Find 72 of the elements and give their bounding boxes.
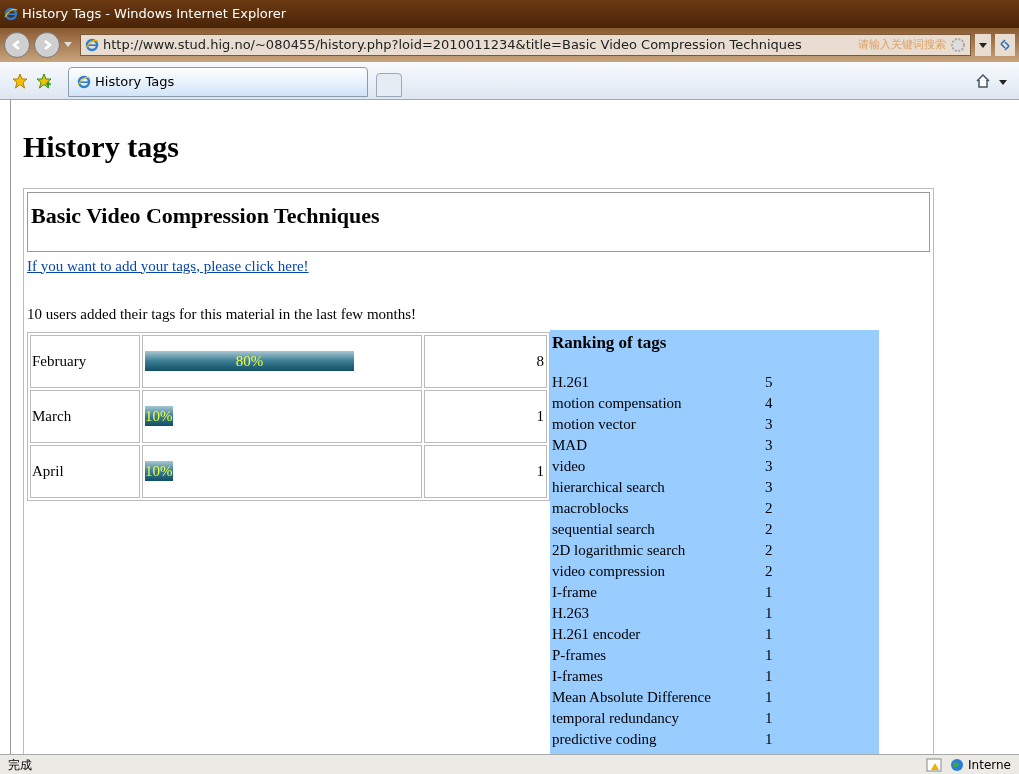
- refresh-icon: [999, 39, 1011, 51]
- add-tags-link[interactable]: If you want to add your tags, please click here!: [27, 254, 309, 277]
- page-heading: History tags: [23, 129, 180, 165]
- material-title: Basic Video Compression Techniques: [31, 201, 380, 230]
- zone-text: Interne: [968, 756, 1011, 774]
- tag-name: hierarchical search: [552, 477, 666, 497]
- month-cell: April: [30, 444, 140, 498]
- tag-count: 1: [765, 645, 773, 665]
- tag-count: 5: [765, 372, 773, 392]
- back-button[interactable]: [4, 32, 30, 58]
- tag-name: motion compensation: [552, 393, 683, 413]
- dropdown-caret-icon[interactable]: [64, 42, 72, 48]
- tag-count: 1: [765, 729, 773, 749]
- tag-name: P-frames: [552, 645, 608, 665]
- browser-tab[interactable]: History Tags: [68, 67, 368, 97]
- tag-count: 3: [765, 477, 773, 497]
- tag-count: 1: [765, 582, 773, 602]
- tag-name: 2D logarithmic search: [552, 540, 687, 560]
- tag-name: Mean Absolute Difference: [552, 687, 712, 707]
- month-cell: February: [30, 334, 140, 388]
- summary-text: 10 users added their tags for this material in the last few months!: [27, 305, 418, 324]
- progress-bar: 80%: [145, 351, 354, 371]
- star-icon[interactable]: [12, 73, 28, 89]
- tag-count: 1: [765, 687, 773, 707]
- add-favorite-icon[interactable]: [36, 73, 52, 89]
- tag-count: 3: [765, 456, 773, 476]
- tag-name: H.261 encoder: [552, 624, 642, 644]
- count-cell: 8: [424, 334, 547, 388]
- warning-icon: [926, 757, 943, 772]
- tag-name: macroblocks: [552, 498, 630, 518]
- tag-name: H.261: [552, 372, 591, 392]
- tag-count: 1: [765, 603, 773, 623]
- tag-name: MAD: [552, 435, 588, 455]
- tag-count: 2: [765, 540, 773, 560]
- count-cell: 1: [424, 444, 547, 498]
- tag-count: 2: [765, 498, 773, 518]
- window-title: History Tags - Windows Internet Explorer: [22, 5, 287, 24]
- tag-name: I-frame: [552, 582, 598, 602]
- search-dropdown-button[interactable]: [975, 34, 991, 56]
- tag-count: 2: [765, 519, 773, 539]
- tag-count: 1: [765, 666, 773, 686]
- tag-name: temporal redundancy: [552, 708, 681, 728]
- month-cell: March: [30, 389, 140, 443]
- progress-bar: 10%: [145, 461, 173, 481]
- progress-bar: 10%: [145, 406, 173, 426]
- tag-name: predictive coding: [552, 729, 658, 749]
- tag-count: 2: [765, 561, 773, 581]
- tag-name: sequential search: [552, 519, 656, 539]
- caret-icon[interactable]: [999, 80, 1007, 85]
- address-field[interactable]: http://www.stud.hig.no/~080455/history.php?loid=2010011234&title=Basic Video Compression Techniques 请输入关键词搜索: [80, 34, 971, 56]
- ranking-title: Ranking of tags: [552, 331, 668, 354]
- forward-button[interactable]: [34, 32, 60, 58]
- tag-name: I-frames: [552, 666, 604, 686]
- globe-icon: [950, 757, 965, 772]
- tag-count: 3: [765, 435, 773, 455]
- tag-count: 3: [765, 414, 773, 434]
- tag-name: video: [552, 456, 587, 476]
- tag-name: video compression: [552, 561, 666, 581]
- gear-icon: [950, 37, 966, 53]
- browser-logo-icon: [4, 7, 18, 21]
- caret-icon: [979, 42, 987, 48]
- tag-name: motion vector: [552, 414, 637, 434]
- count-cell: 1: [424, 389, 547, 443]
- tag-name: H.263: [552, 603, 591, 623]
- tag-count: 1: [765, 708, 773, 728]
- tab-page-icon: [77, 75, 91, 89]
- status-text: 完成: [8, 756, 32, 774]
- tag-count: 4: [765, 393, 773, 413]
- page-icon: [85, 38, 99, 52]
- home-icon[interactable]: [975, 73, 991, 89]
- tag-count: 1: [765, 624, 773, 644]
- refresh-button[interactable]: [995, 34, 1015, 56]
